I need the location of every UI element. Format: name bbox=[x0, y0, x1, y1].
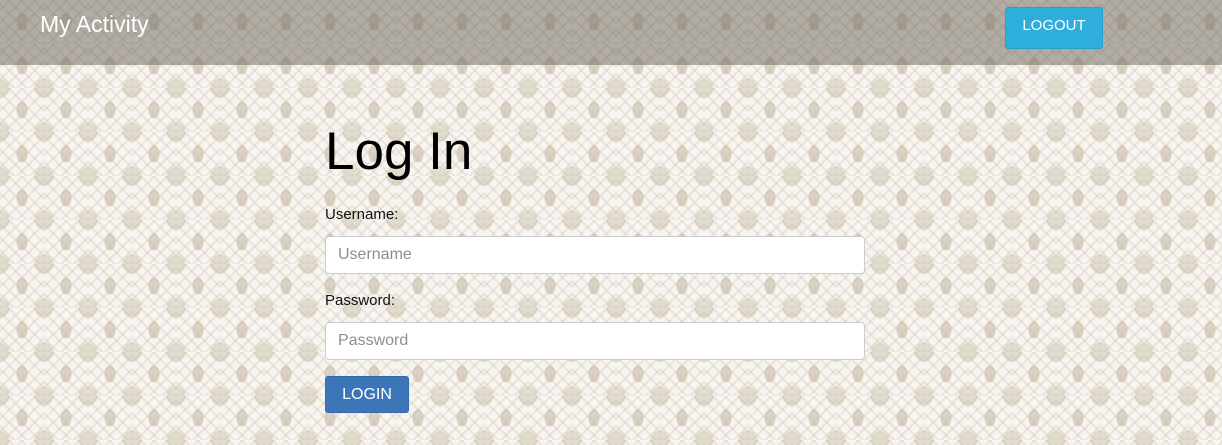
username-label: Username: bbox=[325, 206, 399, 223]
navbar: My Activity LOGOUT bbox=[0, 0, 1222, 65]
username-input[interactable] bbox=[325, 236, 865, 274]
logout-button[interactable]: LOGOUT bbox=[1005, 7, 1103, 49]
login-form: Log In Username: Password: LOGIN bbox=[325, 116, 865, 413]
login-button[interactable]: LOGIN bbox=[325, 376, 409, 413]
page-title: Log In bbox=[325, 122, 473, 181]
password-input[interactable] bbox=[325, 322, 865, 360]
brand-link[interactable]: My Activity bbox=[40, 11, 149, 37]
password-label: Password: bbox=[325, 292, 396, 309]
